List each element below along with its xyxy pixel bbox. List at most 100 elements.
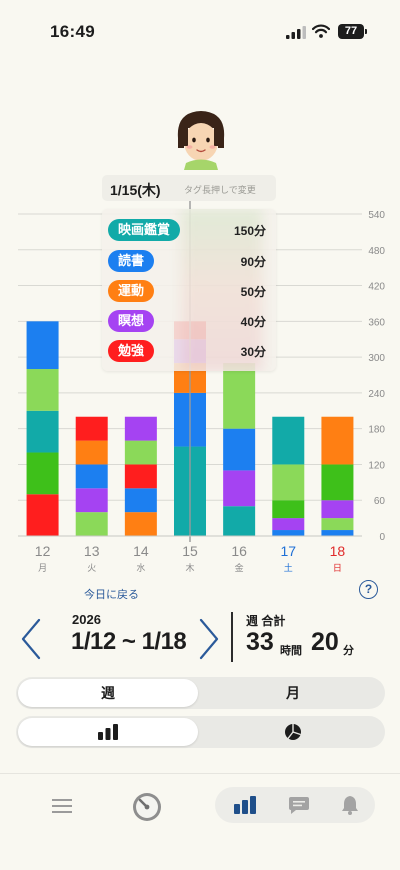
year-label: 2026 (72, 612, 101, 627)
bar-segment-16 (223, 470, 256, 507)
month-tab[interactable]: 月 (203, 679, 383, 707)
bar-segment-16 (223, 428, 256, 471)
x-weekday-label: 木 (185, 562, 194, 573)
bar-segment-16 (223, 506, 256, 536)
bar-segment-13 (75, 488, 108, 513)
x-weekday-label: 月 (38, 563, 47, 573)
tag-minutes: 40分 (240, 315, 266, 329)
tooltip-panel: 映画鑑賞 150分 読書 90分 運動 50分 瞑想 40分 勉強 30分 (102, 209, 276, 371)
battery-icon: 77 (338, 24, 368, 39)
minutes-unit: 分 (343, 645, 354, 657)
y-tick-label: 480 (368, 246, 385, 257)
x-date-label: 14 (133, 543, 149, 559)
gauge-icon[interactable] (131, 791, 163, 823)
x-date-label: 12 (35, 543, 51, 559)
bar-segment-17 (272, 500, 305, 519)
bar-segment-18 (321, 416, 354, 465)
bar-segment-14 (124, 416, 157, 441)
x-weekday-label: 金 (235, 562, 244, 573)
bar-segment-14 (124, 488, 157, 513)
tooltip-item[interactable]: 読書 90分 (108, 250, 272, 272)
x-date-label: 16 (231, 543, 247, 559)
bar-segment-14 (124, 512, 157, 536)
bar-segment-12 (26, 494, 59, 536)
menu-icon[interactable] (52, 798, 72, 814)
bar-segment-17 (272, 416, 305, 465)
date-range: 1/12 ~ 1/18 (71, 628, 187, 655)
x-date-label: 18 (330, 543, 346, 559)
pie-chart-icon (285, 724, 301, 740)
x-weekday-label: 火 (87, 563, 96, 573)
x-date-label: 17 (280, 543, 296, 559)
hours-unit: 時間 (280, 645, 302, 657)
bar-chart-icon[interactable] (233, 796, 257, 814)
bar-segment-13 (75, 512, 108, 536)
y-tick-label: 0 (379, 532, 385, 543)
total-hours: 33 (246, 628, 274, 656)
divider (231, 612, 233, 662)
help-icon[interactable]: ? (359, 580, 378, 599)
y-tick-label: 300 (368, 353, 385, 364)
bar-segment-12 (26, 452, 59, 495)
bar-segment-18 (321, 518, 354, 531)
week-tab[interactable]: 週 (18, 679, 198, 707)
bar-segment-13 (75, 416, 108, 441)
bar-segment-17 (272, 530, 305, 536)
tooltip-item[interactable]: 運動 50分 (108, 280, 272, 302)
chat-icon[interactable] (288, 796, 310, 816)
tag-pill-movie[interactable]: 映画鑑賞 (108, 219, 181, 241)
tag-pill-meditation[interactable]: 瞑想 (108, 310, 155, 332)
tag-minutes: 30分 (240, 345, 266, 359)
x-date-label: 13 (84, 543, 100, 559)
pie-chart-tab[interactable] (203, 718, 383, 746)
bar-segment-12 (26, 321, 59, 370)
tag-minutes: 50分 (240, 285, 266, 299)
bar-segment-12 (26, 369, 59, 411)
tooltip-item[interactable]: 映画鑑賞 150分 (108, 219, 272, 241)
x-date-label: 15 (182, 543, 198, 559)
bar-segment-14 (124, 464, 157, 489)
tooltip-hint: タグ長押しで変更 (184, 185, 256, 195)
y-tick-label: 540 (368, 210, 385, 221)
tooltip-date: 1/15(木) (110, 182, 161, 198)
y-tick-label: 240 (368, 389, 385, 400)
period-navigation: 2026 1/12 ~ 1/18 週 合計 33 時間 20 分 (0, 606, 400, 670)
period-toggle: 週 月 (16, 677, 385, 709)
y-tick-label: 180 (368, 425, 385, 436)
bar-segment-16 (223, 363, 256, 429)
bar-segment-17 (272, 464, 305, 501)
status-time: 16:49 (50, 22, 95, 41)
bar-segment-18 (321, 464, 354, 501)
y-tick-label: 60 (374, 496, 386, 507)
nav-tab-group (215, 787, 375, 823)
bar-chart-tab[interactable] (18, 718, 198, 746)
tag-pill-exercise[interactable]: 運動 (108, 280, 155, 302)
bar-segment-18 (321, 530, 354, 536)
bar-segment-14 (124, 440, 157, 465)
tooltip-date-header: 1/15(木) タグ長押しで変更 (102, 175, 276, 201)
bar-segment-12 (26, 410, 59, 453)
tooltip-item[interactable]: 勉強 30分 (108, 340, 272, 362)
bottom-navigation (0, 774, 400, 870)
next-week-button[interactable] (198, 618, 220, 660)
avatar (177, 111, 225, 170)
tag-pill-reading[interactable]: 読書 (108, 250, 155, 272)
tag-minutes: 150分 (233, 224, 266, 238)
back-to-today-link[interactable]: 今日に戻る (84, 586, 139, 602)
y-tick-label: 120 (368, 460, 385, 471)
tooltip-item[interactable]: 瞑想 40分 (108, 310, 272, 332)
wifi-icon (312, 24, 330, 38)
x-weekday-label: 水 (136, 562, 145, 573)
previous-week-button[interactable] (20, 618, 42, 660)
signal-icon (286, 26, 306, 39)
bar-chart-icon (98, 724, 118, 740)
x-weekday-label: 日 (333, 563, 342, 573)
tag-pill-study[interactable]: 勉強 (108, 340, 155, 362)
bell-icon[interactable] (340, 795, 360, 815)
bar-segment-13 (75, 464, 108, 489)
battery-level: 77 (338, 24, 364, 39)
y-tick-label: 360 (368, 317, 385, 328)
total-minutes: 20 (311, 628, 339, 656)
status-bar: 16:49 77 (0, 0, 400, 60)
chart-type-toggle (16, 716, 385, 748)
